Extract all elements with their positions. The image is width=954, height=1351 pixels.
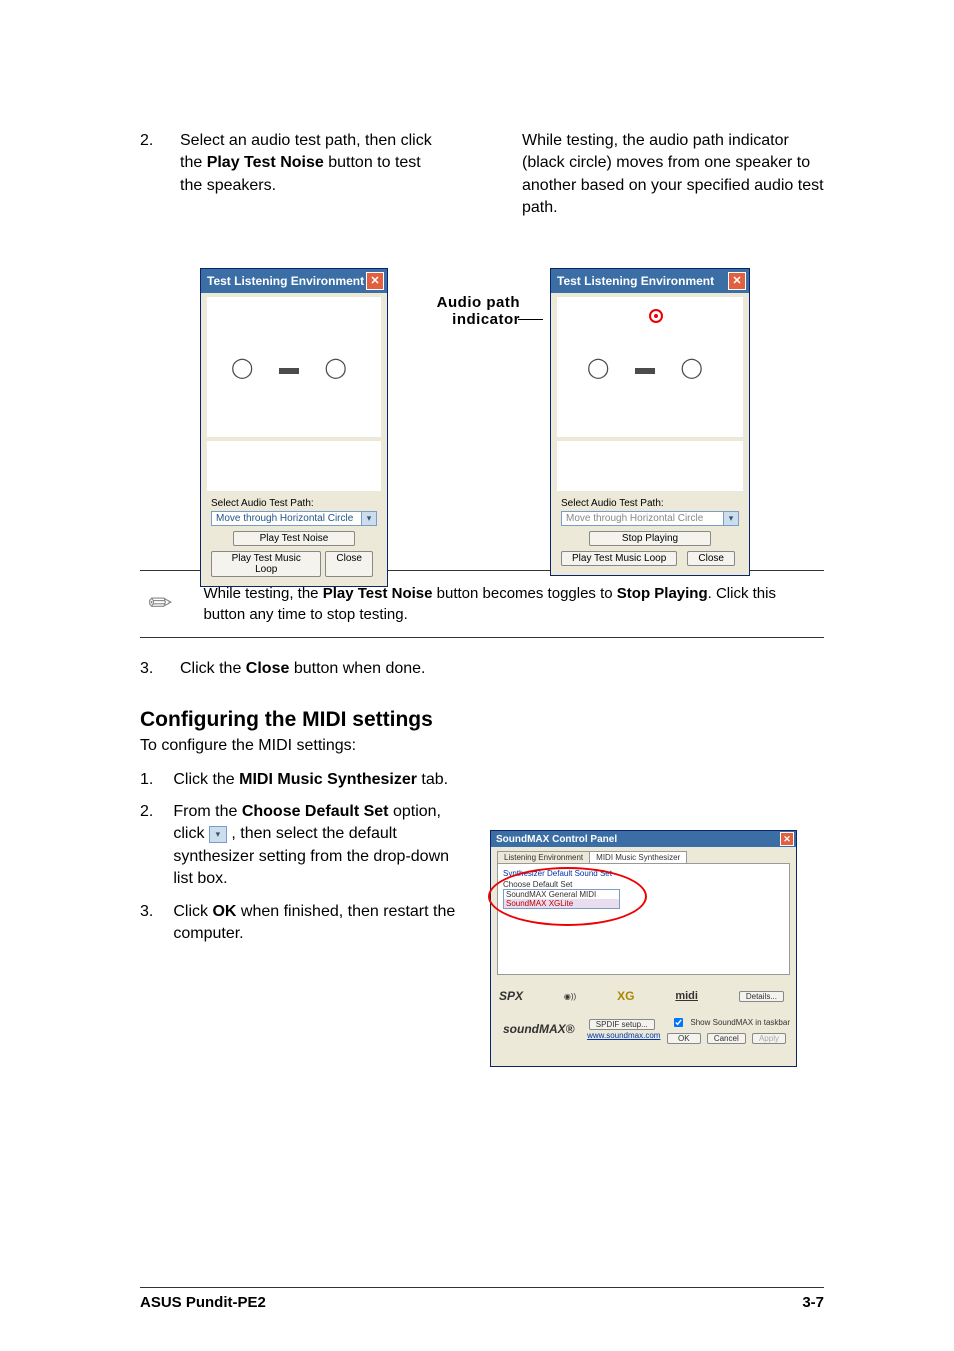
- ok-button[interactable]: OK: [667, 1033, 701, 1044]
- tab-listening-environment[interactable]: Listening Environment: [497, 851, 590, 863]
- play-test-music-loop-button[interactable]: Play Test Music Loop: [561, 551, 677, 566]
- section-heading-midi: Configuring the MIDI settings: [140, 708, 824, 732]
- close-icon[interactable]: ✕: [728, 272, 746, 290]
- spdif-setup-button[interactable]: SPDIF setup...: [589, 1019, 655, 1030]
- select-path-label: Select Audio Test Path:: [561, 498, 739, 509]
- play-test-noise-button[interactable]: Play Test Noise: [233, 531, 355, 546]
- note-text: While testing, the Play Test Noise butto…: [203, 583, 814, 625]
- close-icon[interactable]: ✕: [366, 272, 384, 290]
- step2-left-text: Select an audio test path, then click th…: [180, 130, 442, 197]
- midi-step2-number: 2.: [140, 801, 153, 891]
- soundmax-control-panel: SoundMAX Control Panel ✕ Listening Envir…: [490, 830, 797, 1067]
- audio-path-indicator-callout: Audio path indicator: [400, 295, 520, 328]
- midi-logo: midi: [675, 990, 698, 1002]
- audio-test-path-select-disabled: Move through Horizontal Circle ▾: [561, 511, 739, 526]
- smx-title: SoundMAX Control Panel: [496, 834, 617, 845]
- default-set-option[interactable]: SoundMAX General MIDI: [504, 890, 619, 899]
- step2-number: 2.: [140, 130, 160, 197]
- midi-step2-text: From the Choose Default Set option, clic…: [173, 801, 470, 891]
- footer-right: 3-7: [802, 1294, 824, 1311]
- details-button[interactable]: Details...: [739, 991, 784, 1002]
- chevron-down-icon: ▾: [723, 512, 738, 525]
- close-button[interactable]: Close: [687, 551, 735, 566]
- sonic-icon: ◉)): [564, 992, 576, 1001]
- tab-midi-music-synthesizer[interactable]: MIDI Music Synthesizer: [589, 851, 687, 863]
- test-listening-window-left: Test Listening Environment ✕ ◯ ▬ ◯ Selec…: [200, 268, 388, 587]
- default-set-option-selected[interactable]: SoundMAX XGLite: [504, 899, 619, 908]
- speaker-diagram: ◯ ▬ ◯: [557, 297, 743, 437]
- step3-text: Click the Close button when done.: [180, 660, 425, 678]
- select-path-label: Select Audio Test Path:: [211, 498, 377, 509]
- apply-button: Apply: [752, 1033, 786, 1044]
- chevron-down-icon[interactable]: ▾: [361, 512, 376, 525]
- window-title: Test Listening Environment: [557, 274, 714, 288]
- group-label: Synthesizer Default Sound Set: [503, 869, 784, 878]
- close-icon[interactable]: ✕: [780, 832, 794, 846]
- midi-step3-text: Click OK when finished, then restart the…: [173, 901, 470, 946]
- cancel-button[interactable]: Cancel: [707, 1033, 746, 1044]
- soundmax-link[interactable]: www.soundmax.com: [587, 1031, 660, 1040]
- step3-number: 3.: [140, 660, 160, 678]
- footer-left: ASUS Pundit-PE2: [140, 1294, 266, 1311]
- choose-default-set-label: Choose Default Set: [503, 880, 784, 889]
- close-button[interactable]: Close: [325, 551, 373, 577]
- section-intro: To configure the MIDI settings:: [140, 737, 824, 755]
- midi-step1-text: Click the MIDI Music Synthesizer tab.: [173, 769, 448, 791]
- spx-logo: SPX: [499, 989, 523, 1003]
- stop-playing-button[interactable]: Stop Playing: [589, 531, 711, 546]
- audio-test-path-select[interactable]: Move through Horizontal Circle ▾: [211, 511, 377, 526]
- test-listening-window-right: Test Listening Environment ✕ ◯ ▬ ◯ Selec…: [550, 268, 750, 576]
- note-pencil-icon: ✎: [139, 580, 185, 626]
- midi-step1-number: 1.: [140, 769, 153, 791]
- play-test-music-loop-button[interactable]: Play Test Music Loop: [211, 551, 321, 577]
- window-title: Test Listening Environment: [207, 274, 364, 288]
- xg-logo: XG: [617, 989, 634, 1003]
- show-in-taskbar-checkbox[interactable]: Show SoundMAX in taskbar: [668, 1018, 790, 1027]
- step2-right-text: While testing, the audio path indicator …: [522, 130, 824, 220]
- soundmax-brand: soundMAX®: [497, 1020, 581, 1038]
- chevron-down-icon: ▾: [209, 826, 227, 843]
- speaker-diagram: ◯ ▬ ◯: [207, 297, 381, 437]
- audio-path-indicator-dot: [649, 309, 663, 323]
- midi-step3-number: 3.: [140, 901, 153, 946]
